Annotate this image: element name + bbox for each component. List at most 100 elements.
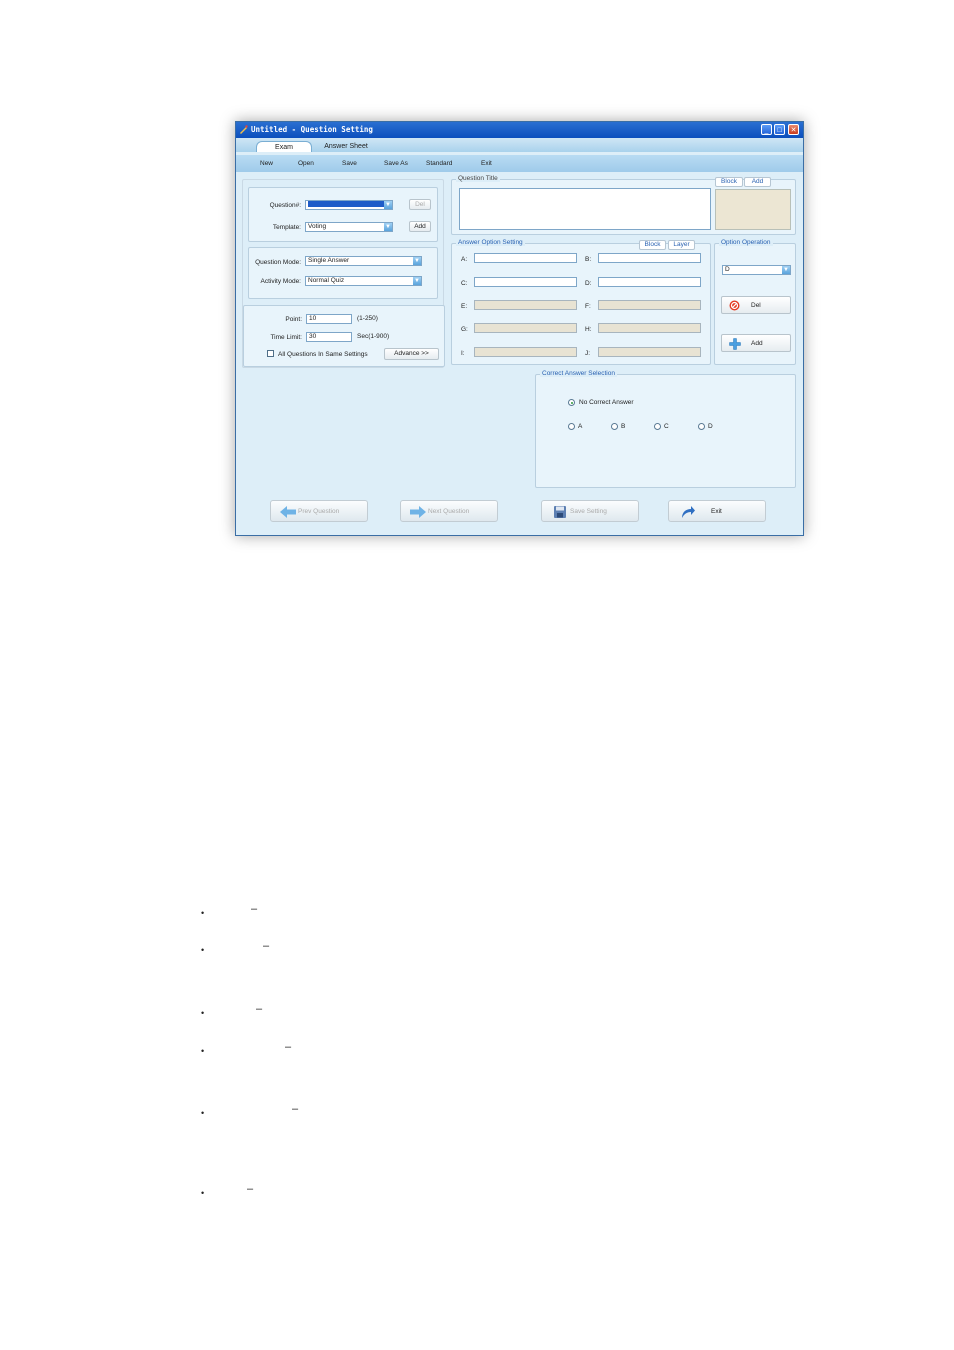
correct-answer-heading: Correct Answer Selection — [540, 370, 617, 377]
point-input[interactable]: 10 — [306, 314, 352, 324]
list-bullet: • — [201, 1008, 205, 1018]
answer-layer-button[interactable]: Layer — [668, 240, 695, 250]
del-question-button[interactable]: Del — [409, 199, 431, 210]
option-operation-select[interactable]: D ▼ — [722, 265, 791, 275]
exit-button[interactable]: Exit — [668, 500, 766, 522]
question-group: Question#: 1 ▼ Del Template: Voting ▼ Ad… — [248, 187, 438, 242]
del-label: Del — [751, 302, 761, 309]
correct-answer-group: Correct Answer Selection No Correct Answ… — [535, 370, 796, 488]
menu-save-as[interactable]: Save As — [384, 160, 408, 167]
advance-button[interactable]: Advance >> — [384, 348, 439, 360]
question-title-heading: Question Title — [456, 175, 500, 182]
no-correct-answer-radio[interactable] — [568, 399, 575, 406]
title-bar[interactable]: Untitled - Question Setting _ □ ✕ — [236, 122, 803, 138]
del-label: Del — [415, 201, 425, 208]
activity-mode-value: Normal Quiz — [308, 277, 345, 284]
correct-radio-d[interactable] — [698, 423, 705, 430]
left-panel: Question#: 1 ▼ Del Template: Voting ▼ Ad… — [242, 179, 445, 368]
no-correct-answer-label: No Correct Answer — [579, 399, 634, 406]
option-c-input[interactable] — [474, 277, 577, 287]
list-bullet: • — [201, 1188, 205, 1198]
tab-exam[interactable]: Exam — [256, 141, 312, 152]
prev-question-button[interactable]: Prev Question — [270, 500, 368, 522]
correct-radio-a[interactable] — [568, 423, 575, 430]
arrow-right-icon — [409, 505, 427, 519]
add-label: Add — [751, 340, 763, 347]
arrow-left-icon — [279, 505, 297, 519]
close-button[interactable]: ✕ — [788, 124, 799, 135]
add-label: Add — [414, 223, 426, 230]
correct-label-a: A — [578, 423, 583, 430]
question-number-label: Question#: — [269, 202, 301, 209]
point-label: Point: — [285, 316, 302, 323]
list-dash: – — [292, 1103, 299, 1115]
floppy-disk-icon — [553, 505, 567, 519]
option-i-label: I: — [461, 350, 465, 357]
chevron-down-icon: ▼ — [384, 201, 392, 209]
option-h-label: H: — [585, 326, 592, 333]
same-settings-checkbox[interactable] — [267, 350, 274, 357]
layer-label: Layer — [673, 241, 690, 248]
option-e-label: E: — [461, 303, 468, 310]
same-settings-label: All Questions In Same Settings — [278, 351, 368, 358]
prev-question-label: Prev Question — [298, 508, 340, 515]
question-title-input[interactable] — [459, 188, 711, 230]
add-question-button[interactable]: Add — [409, 221, 431, 232]
template-select[interactable]: Voting ▼ — [305, 222, 393, 232]
menu-new[interactable]: New — [260, 160, 273, 167]
option-j-label: J: — [585, 350, 591, 357]
menu-save[interactable]: Save — [342, 160, 357, 167]
time-limit-input[interactable]: 30 — [306, 332, 352, 342]
option-a-label: A: — [461, 256, 468, 263]
option-del-button[interactable]: Del — [721, 296, 791, 314]
next-question-label: Next Question — [428, 508, 470, 515]
time-limit-range: Sec(1-900) — [357, 333, 390, 340]
question-number-select[interactable]: 1 ▼ — [305, 200, 393, 210]
chevron-down-icon: ▼ — [413, 257, 421, 265]
option-h-input — [598, 323, 701, 333]
activity-mode-label: Activity Mode: — [260, 278, 301, 285]
template-label: Template: — [272, 224, 301, 231]
maximize-button[interactable]: □ — [774, 124, 785, 135]
time-limit-label: Time Limit: — [270, 334, 302, 341]
tab-answer-sheet[interactable]: Answer Sheet — [314, 141, 378, 152]
question-number-value: 1 — [308, 201, 384, 207]
mode-group: Question Mode: Single Answer ▼ Activity … — [248, 247, 438, 299]
save-setting-label: Save Setting — [570, 508, 607, 515]
option-add-button[interactable]: Add — [721, 334, 791, 352]
question-mode-select[interactable]: Single Answer ▼ — [305, 256, 422, 266]
next-question-button[interactable]: Next Question — [400, 500, 498, 522]
minimize-button[interactable]: _ — [761, 124, 772, 135]
correct-radio-b[interactable] — [611, 423, 618, 430]
correct-label-d: D — [708, 423, 713, 430]
template-value: Voting — [308, 223, 327, 230]
list-dash: – — [285, 1041, 292, 1053]
save-setting-button[interactable]: Save Setting — [541, 500, 639, 522]
menu-open[interactable]: Open — [298, 160, 314, 167]
title-image-area[interactable] — [715, 189, 791, 230]
option-f-input — [598, 300, 701, 310]
option-b-input[interactable] — [598, 253, 701, 263]
activity-mode-select[interactable]: Normal Quiz ▼ — [305, 276, 422, 286]
tab-label: Exam — [275, 144, 293, 151]
chevron-down-icon: ▼ — [413, 277, 421, 285]
question-mode-label: Question Mode: — [255, 259, 301, 266]
menu-exit[interactable]: Exit — [481, 160, 492, 167]
plus-icon — [729, 338, 741, 350]
title-add-button[interactable]: Add — [744, 177, 771, 187]
option-c-label: C: — [461, 280, 468, 287]
scoring-group: Point: 10 (1-250) Time Limit: 30 Sec(1-9… — [243, 305, 445, 367]
answer-option-group: Answer Option Setting Block Layer A: B: … — [451, 239, 711, 365]
list-bullet: • — [201, 1046, 205, 1056]
option-operation-value: D — [725, 266, 730, 273]
correct-radio-c[interactable] — [654, 423, 661, 430]
option-f-label: F: — [585, 303, 591, 310]
menu-standard[interactable]: Standard — [426, 160, 452, 167]
option-d-input[interactable] — [598, 277, 701, 287]
title-block-button[interactable]: Block — [715, 177, 743, 187]
minimize-icon: _ — [764, 127, 769, 134]
answer-block-button[interactable]: Block — [639, 240, 666, 250]
window-title: Untitled - Question Setting — [251, 125, 373, 134]
option-a-input[interactable] — [474, 253, 577, 263]
question-setting-window: Untitled - Question Setting _ □ ✕ Exam A… — [235, 121, 804, 536]
